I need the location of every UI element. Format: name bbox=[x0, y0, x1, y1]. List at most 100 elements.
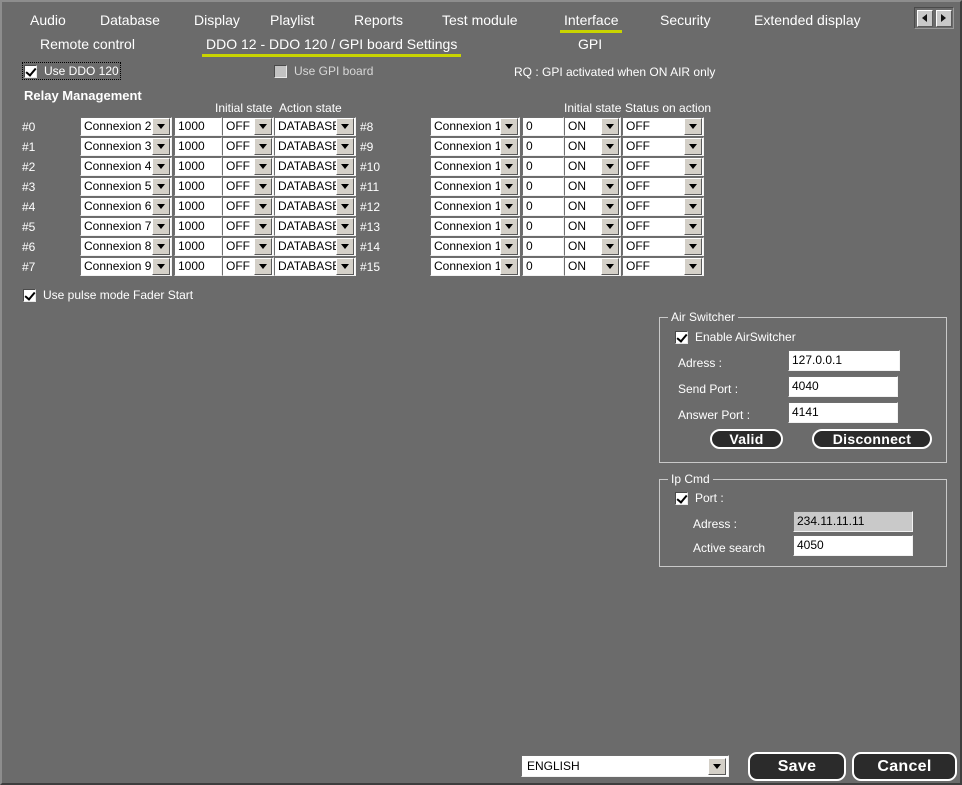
chevron-down-icon[interactable] bbox=[254, 258, 272, 275]
tab-interface[interactable]: Interface bbox=[559, 11, 624, 33]
relay-right-delay-input[interactable]: 0 bbox=[522, 237, 564, 256]
relay-left-initial-state-select[interactable]: OFF bbox=[222, 137, 274, 156]
chevron-down-icon[interactable] bbox=[601, 138, 619, 155]
relay-right-delay-input[interactable]: 0 bbox=[522, 137, 564, 156]
relay-left-delay-input[interactable]: 1000 bbox=[174, 197, 222, 216]
relay-right-initial-state-select[interactable]: ON bbox=[564, 237, 621, 256]
relay-left-connexion-select[interactable]: Connexion 6 ( bbox=[80, 197, 172, 216]
relay-left-action-state-select[interactable]: DATABASE bbox=[274, 117, 356, 136]
relay-left-initial-state-select[interactable]: OFF bbox=[222, 217, 274, 236]
chevron-down-icon[interactable] bbox=[152, 218, 170, 235]
relay-right-connexion-select[interactable]: Connexion 13 bbox=[430, 157, 520, 176]
relay-right-connexion-select[interactable]: Connexion 15 bbox=[430, 197, 520, 216]
chevron-down-icon[interactable] bbox=[336, 218, 354, 235]
relay-left-action-state-select[interactable]: DATABASE bbox=[274, 177, 356, 196]
relay-right-delay-input[interactable]: 0 bbox=[522, 257, 564, 276]
relay-right-delay-input[interactable]: 0 bbox=[522, 197, 564, 216]
tab-ddo-gpi-board-settings[interactable]: DDO 12 - DDO 120 / GPI board Settings bbox=[201, 35, 462, 57]
relay-left-action-state-select[interactable]: DATABASE bbox=[274, 157, 356, 176]
chevron-down-icon[interactable] bbox=[336, 238, 354, 255]
relay-right-connexion-select[interactable]: Connexion 11 bbox=[430, 137, 520, 156]
chevron-down-icon[interactable] bbox=[500, 158, 518, 175]
relay-left-delay-input[interactable]: 1000 bbox=[174, 117, 222, 136]
relay-left-delay-input[interactable]: 1000 bbox=[174, 177, 222, 196]
chevron-down-icon[interactable] bbox=[254, 218, 272, 235]
chevron-down-icon[interactable] bbox=[152, 258, 170, 275]
relay-right-status-select[interactable]: OFF bbox=[622, 137, 704, 156]
chevron-down-icon[interactable] bbox=[336, 258, 354, 275]
chevron-down-icon[interactable] bbox=[152, 238, 170, 255]
valid-button[interactable]: Valid bbox=[710, 429, 783, 449]
use-gpi-board-checkbox[interactable]: Use GPI board bbox=[274, 64, 373, 78]
chevron-down-icon[interactable] bbox=[152, 118, 170, 135]
relay-left-connexion-select[interactable]: Connexion 5 ( bbox=[80, 177, 172, 196]
disconnect-button[interactable]: Disconnect bbox=[812, 429, 932, 449]
chevron-down-icon[interactable] bbox=[152, 198, 170, 215]
relay-right-status-select[interactable]: OFF bbox=[622, 257, 704, 276]
relay-left-connexion-select[interactable]: Connexion 2 ( bbox=[80, 117, 172, 136]
chevron-down-icon[interactable] bbox=[601, 258, 619, 275]
save-button[interactable]: Save bbox=[748, 752, 846, 781]
chevron-down-icon[interactable] bbox=[684, 118, 702, 135]
chevron-down-icon[interactable] bbox=[684, 258, 702, 275]
tab-gpi[interactable]: GPI bbox=[578, 35, 602, 56]
chevron-down-icon[interactable] bbox=[336, 178, 354, 195]
chevron-down-icon[interactable] bbox=[152, 178, 170, 195]
tab-reports[interactable]: Reports bbox=[354, 11, 403, 32]
relay-left-action-state-select[interactable]: DATABASE bbox=[274, 237, 356, 256]
tab-display[interactable]: Display bbox=[194, 11, 240, 32]
relay-right-status-select[interactable]: OFF bbox=[622, 237, 704, 256]
relay-right-status-select[interactable]: OFF bbox=[622, 117, 704, 136]
relay-right-initial-state-select[interactable]: ON bbox=[564, 157, 621, 176]
chevron-down-icon[interactable] bbox=[684, 158, 702, 175]
use-ddo120-checkbox[interactable]: Use DDO 120 bbox=[22, 62, 121, 80]
relay-left-initial-state-select[interactable]: OFF bbox=[222, 237, 274, 256]
relay-left-initial-state-select[interactable]: OFF bbox=[222, 197, 274, 216]
ip-cmd-port-checkbox[interactable]: Port : bbox=[675, 491, 724, 505]
relay-left-connexion-select[interactable]: Connexion 8 ( bbox=[80, 237, 172, 256]
relay-right-connexion-select[interactable]: Connexion 16 bbox=[430, 217, 520, 236]
relay-left-delay-input[interactable]: 1000 bbox=[174, 157, 222, 176]
chevron-down-icon[interactable] bbox=[254, 238, 272, 255]
relay-left-initial-state-select[interactable]: OFF bbox=[222, 117, 274, 136]
relay-right-initial-state-select[interactable]: ON bbox=[564, 257, 621, 276]
chevron-down-icon[interactable] bbox=[254, 138, 272, 155]
relay-right-initial-state-select[interactable]: ON bbox=[564, 197, 621, 216]
relay-left-connexion-select[interactable]: Connexion 7 ( bbox=[80, 217, 172, 236]
relay-left-delay-input[interactable]: 1000 bbox=[174, 237, 222, 256]
chevron-down-icon[interactable] bbox=[254, 158, 272, 175]
relay-left-connexion-select[interactable]: Connexion 4 ( bbox=[80, 157, 172, 176]
relay-left-connexion-select[interactable]: Connexion 9 ( bbox=[80, 257, 172, 276]
chevron-down-icon[interactable] bbox=[601, 178, 619, 195]
tab-audio[interactable]: Audio bbox=[30, 11, 66, 32]
relay-left-initial-state-select[interactable]: OFF bbox=[222, 157, 274, 176]
relay-right-initial-state-select[interactable]: ON bbox=[564, 117, 621, 136]
chevron-down-icon[interactable] bbox=[601, 218, 619, 235]
relay-right-initial-state-select[interactable]: ON bbox=[564, 217, 621, 236]
relay-right-status-select[interactable]: OFF bbox=[622, 217, 704, 236]
relay-left-action-state-select[interactable]: DATABASE bbox=[274, 257, 356, 276]
tab-security[interactable]: Security bbox=[660, 11, 711, 32]
ip-cmd-active-search-input[interactable]: 4050 bbox=[793, 535, 913, 556]
relay-left-delay-input[interactable]: 1000 bbox=[174, 217, 222, 236]
relay-right-connexion-select[interactable]: Connexion 14 bbox=[430, 177, 520, 196]
relay-right-connexion-select[interactable]: Connexion 18 bbox=[430, 257, 520, 276]
chevron-down-icon[interactable] bbox=[152, 138, 170, 155]
chevron-down-icon[interactable] bbox=[601, 198, 619, 215]
chevron-down-icon[interactable] bbox=[254, 118, 272, 135]
chevron-down-icon[interactable] bbox=[601, 238, 619, 255]
relay-right-initial-state-select[interactable]: ON bbox=[564, 137, 621, 156]
chevron-down-icon[interactable] bbox=[684, 178, 702, 195]
relay-left-action-state-select[interactable]: DATABASE bbox=[274, 137, 356, 156]
chevron-down-icon[interactable] bbox=[684, 238, 702, 255]
chevron-down-icon[interactable] bbox=[336, 198, 354, 215]
relay-right-status-select[interactable]: OFF bbox=[622, 197, 704, 216]
chevron-down-icon[interactable] bbox=[500, 118, 518, 135]
relay-left-delay-input[interactable]: 1000 bbox=[174, 257, 222, 276]
chevron-down-icon[interactable] bbox=[684, 198, 702, 215]
relay-left-connexion-select[interactable]: Connexion 3 ( bbox=[80, 137, 172, 156]
chevron-down-icon[interactable] bbox=[500, 138, 518, 155]
relay-right-delay-input[interactable]: 0 bbox=[522, 217, 564, 236]
chevron-down-icon[interactable] bbox=[152, 158, 170, 175]
chevron-down-icon[interactable] bbox=[500, 258, 518, 275]
